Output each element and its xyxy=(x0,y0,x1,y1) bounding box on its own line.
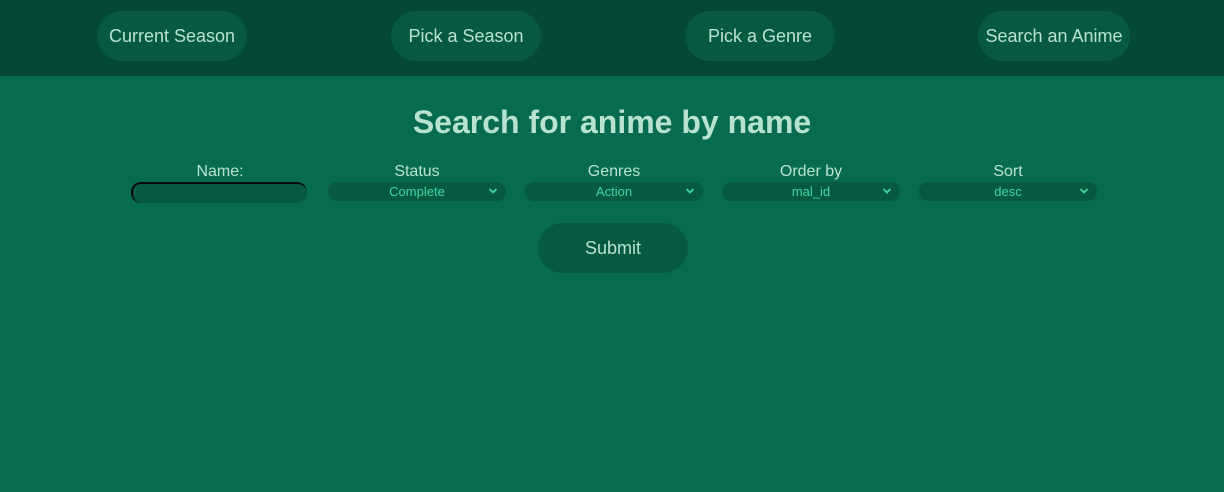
chevron-down-icon xyxy=(882,188,892,194)
submit-button[interactable]: Submit xyxy=(538,223,688,273)
sort-select[interactable]: desc xyxy=(919,182,1097,201)
sort-label: Sort xyxy=(993,163,1023,180)
sort-field: Sort desc xyxy=(919,163,1097,201)
nav-pick-genre-button[interactable]: Pick a Genre xyxy=(685,11,835,61)
page-title: Search for anime by name xyxy=(412,104,812,140)
nav-search-anime-button[interactable]: Search an Anime xyxy=(978,11,1130,61)
name-label: Name: xyxy=(196,163,244,180)
chevron-down-icon xyxy=(685,188,695,194)
top-navbar: Current Season Pick a Season Pick a Genr… xyxy=(0,0,1224,76)
status-select[interactable]: Complete xyxy=(328,182,506,201)
order-by-field: Order by mal_id xyxy=(722,163,900,201)
name-field: Name: xyxy=(131,163,309,203)
genres-field: Genres Action xyxy=(525,163,703,201)
order-by-select[interactable]: mal_id xyxy=(722,182,900,201)
status-selected-value: Complete xyxy=(389,184,445,199)
genres-select[interactable]: Action xyxy=(525,182,703,201)
nav-current-season-button[interactable]: Current Season xyxy=(97,11,247,61)
nav-pick-season-button[interactable]: Pick a Season xyxy=(391,11,541,61)
genres-selected-value: Action xyxy=(595,184,633,199)
name-input[interactable] xyxy=(131,182,307,203)
chevron-down-icon xyxy=(1079,188,1089,194)
order-by-label: Order by xyxy=(779,163,843,180)
order-by-selected-value: mal_id xyxy=(791,184,831,199)
status-field: Status Complete xyxy=(328,163,506,201)
genres-label: Genres xyxy=(587,163,641,180)
chevron-down-icon xyxy=(488,188,498,194)
status-label: Status xyxy=(394,163,440,180)
sort-selected-value: desc xyxy=(994,184,1022,199)
